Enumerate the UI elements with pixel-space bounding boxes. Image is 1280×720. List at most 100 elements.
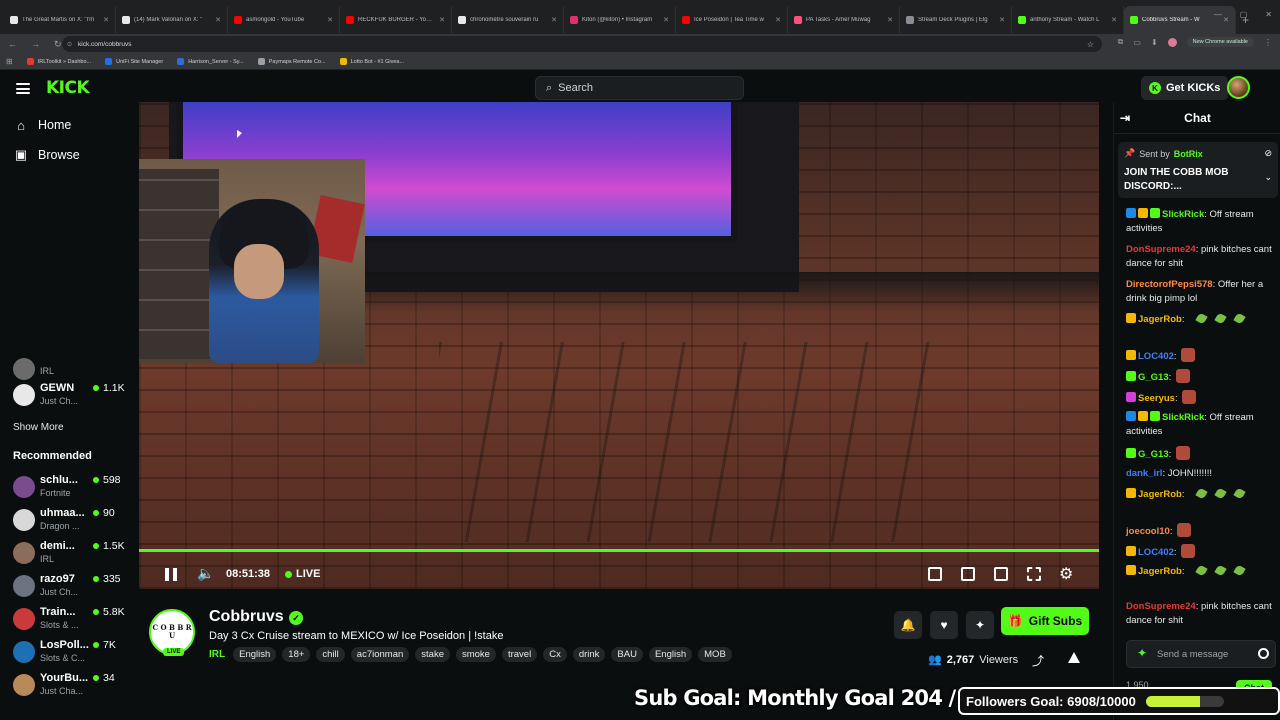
browser-tab[interactable]: (14) Mark Valorian on X: " ✕ xyxy=(116,6,228,34)
chat-username[interactable]: JagerRob xyxy=(1138,314,1182,325)
stream-progress-bar[interactable] xyxy=(139,549,1099,552)
chat-message[interactable]: DonSupreme24: pink bitches cant dance fo… xyxy=(1126,243,1276,271)
following-channel[interactable]: GEWN Just Ch... 1.1K xyxy=(13,380,125,410)
collapse-chat-icon[interactable]: ⇥ xyxy=(1120,111,1130,125)
chat-username[interactable]: JagerRob xyxy=(1138,566,1182,577)
chat-username[interactable]: dank_irl xyxy=(1126,468,1162,479)
chat-message-input[interactable]: ✦ Send a message xyxy=(1126,640,1276,668)
extensions-icon[interactable]: ⧉ xyxy=(1118,37,1124,47)
emoji-icon[interactable] xyxy=(1258,648,1269,659)
downloads-icon[interactable]: ⬇ xyxy=(1151,38,1158,47)
sidepanel-icon[interactable]: ▭ xyxy=(1133,38,1141,47)
recommended-channel[interactable]: Train... Slots & ... 5.8K xyxy=(13,604,125,634)
pause-icon[interactable] xyxy=(165,568,177,581)
streamer-name[interactable]: Cobbruvs xyxy=(209,608,284,626)
stream-tag[interactable]: chill xyxy=(316,647,345,662)
stream-tag[interactable]: 18+ xyxy=(282,647,311,662)
chat-username[interactable]: DonSupreme24 xyxy=(1126,244,1196,255)
close-tab-icon[interactable]: ✕ xyxy=(551,16,557,24)
bookmark-star-icon[interactable]: ☆ xyxy=(1087,40,1094,49)
hamburger-menu-icon[interactable] xyxy=(16,83,30,94)
gift-subs-button[interactable]: 🎁 Gift Subs xyxy=(1001,607,1089,635)
close-window-icon[interactable]: ✕ xyxy=(1265,10,1272,19)
reload-icon[interactable]: ↻ xyxy=(54,39,62,50)
sidebar-item-browse[interactable]: ▣ Browse xyxy=(14,147,80,162)
chat-message[interactable]: JagerRob: xyxy=(1126,564,1276,579)
recommended-channel[interactable]: schlu... Fortnite 598 xyxy=(13,472,125,502)
chrome-update-button[interactable]: New Chrome available xyxy=(1186,37,1254,47)
maximize-icon[interactable]: ▢ xyxy=(1240,10,1248,19)
recommended-channel[interactable]: LosPoll... Slots & C... 7K xyxy=(13,637,125,667)
apps-grid-icon[interactable]: ⊞ xyxy=(6,57,13,66)
browser-tab[interactable]: PA Tasks - Amer Muwag ✕ xyxy=(788,6,900,34)
close-tab-icon[interactable]: ✕ xyxy=(999,16,1005,24)
search-input[interactable]: ⌕ Search xyxy=(535,76,744,100)
bookmark-item[interactable]: IRLToolkit » Dashbo... xyxy=(26,58,91,65)
chat-username[interactable]: LOC402 xyxy=(1138,547,1174,558)
close-tab-icon[interactable]: ✕ xyxy=(215,16,221,24)
live-indicator[interactable]: LIVE xyxy=(285,568,320,580)
volume-icon[interactable]: 🔈 xyxy=(197,565,214,582)
browser-tab[interactable]: asmongold - YouTube ✕ xyxy=(228,6,340,34)
bookmark-item[interactable]: Harrison_Server - Sy... xyxy=(177,58,244,65)
site-info-icon[interactable]: ⊙ xyxy=(67,41,72,48)
user-avatar[interactable] xyxy=(1227,76,1250,99)
video-player[interactable] xyxy=(139,102,1099,589)
chat-message[interactable]: G_G13: xyxy=(1126,369,1276,385)
pinned-message[interactable]: 📌 Sent by BotRix ⊘ JOIN THE COBB MOB DIS… xyxy=(1118,142,1278,198)
chat-message[interactable]: Seeryus: xyxy=(1126,390,1276,406)
chat-username[interactable]: SlickRick xyxy=(1162,412,1204,423)
close-tab-icon[interactable]: ✕ xyxy=(439,16,445,24)
stream-tag[interactable]: smoke xyxy=(455,647,496,662)
stream-tag[interactable]: English xyxy=(648,647,693,662)
chat-username[interactable]: LOC402 xyxy=(1138,351,1174,362)
stream-tag[interactable]: BAU xyxy=(611,647,643,662)
chat-message[interactable]: dank_irl: JOHN!!!!!!! xyxy=(1126,467,1276,481)
browser-tab[interactable]: The Great Martis on X: "I'm ✕ xyxy=(4,6,116,34)
recommended-channel[interactable]: uhmaa... Dragon ... 90 xyxy=(13,505,125,535)
browser-tab[interactable]: RECKFUK BURGER - YouTu ✕ xyxy=(340,6,452,34)
clip-icon[interactable] xyxy=(961,567,975,581)
recommended-channel[interactable]: YourBu... Just Cha... 34 xyxy=(13,670,125,700)
chat-username[interactable]: Seeryus xyxy=(1138,393,1175,404)
bookmark-item[interactable]: UniFi Site Manager xyxy=(105,58,163,65)
minimize-icon[interactable]: — xyxy=(1214,10,1222,19)
stream-tag[interactable]: ac7ionman xyxy=(350,647,410,662)
browser-tab[interactable]: chronomètre souverain ru ✕ xyxy=(452,6,564,34)
stream-tag[interactable]: drink xyxy=(572,647,606,662)
chat-message[interactable]: LOC402: xyxy=(1126,348,1276,364)
recommended-channel[interactable]: razo97 Just Ch... 335 xyxy=(13,571,125,601)
chat-message[interactable]: joecool10: xyxy=(1126,523,1276,539)
chat-message[interactable]: G_G13: xyxy=(1126,446,1276,462)
show-more-link[interactable]: Show More xyxy=(13,422,64,433)
recommended-channel[interactable]: demi... IRL 1.5K xyxy=(13,538,125,568)
hide-pin-icon[interactable]: ⊘ xyxy=(1264,148,1272,159)
fullscreen-icon[interactable] xyxy=(1027,567,1041,581)
report-warning-icon[interactable] xyxy=(1068,652,1080,663)
close-tab-icon[interactable]: ✕ xyxy=(663,16,669,24)
chat-username[interactable]: DonSupreme24 xyxy=(1126,601,1196,612)
browser-tab[interactable]: Ice Poseidon | Tea Time w ✕ xyxy=(676,6,788,34)
pip-icon[interactable] xyxy=(928,567,942,581)
stream-tag[interactable]: stake xyxy=(415,647,450,662)
profile-avatar[interactable] xyxy=(1167,37,1177,47)
back-icon[interactable]: ← xyxy=(8,39,17,50)
chat-message[interactable]: SlickRick: Off stream activities xyxy=(1126,411,1276,439)
chat-message[interactable]: JagerRob: xyxy=(1126,487,1276,502)
chat-username[interactable]: SlickRick xyxy=(1162,209,1204,220)
chat-message[interactable]: DirectorofPepsi578: Offer her a drink bi… xyxy=(1126,278,1276,306)
stream-tag[interactable]: MOB xyxy=(698,647,732,662)
chat-username[interactable]: G_G13 xyxy=(1138,449,1169,460)
chat-username[interactable]: G_G13 xyxy=(1138,372,1169,383)
stream-tag[interactable]: Cx xyxy=(543,647,567,662)
theater-mode-icon[interactable] xyxy=(994,567,1008,581)
stream-tag[interactable]: English xyxy=(233,647,277,662)
chat-message[interactable]: DonSupreme24: pink bitches cant dance fo… xyxy=(1126,600,1276,628)
close-tab-icon[interactable]: ✕ xyxy=(887,16,893,24)
chat-message[interactable]: LOC402: xyxy=(1126,544,1276,560)
notification-bell-icon[interactable]: 🔔 xyxy=(894,611,922,639)
boost-sparkle-icon[interactable]: ✦ xyxy=(966,611,994,639)
bookmark-item[interactable]: Lotto Bot - #1 Givea... xyxy=(339,58,404,65)
chat-username[interactable]: joecool10 xyxy=(1126,526,1170,537)
share-icon[interactable]: ⤴ xyxy=(1032,652,1044,669)
